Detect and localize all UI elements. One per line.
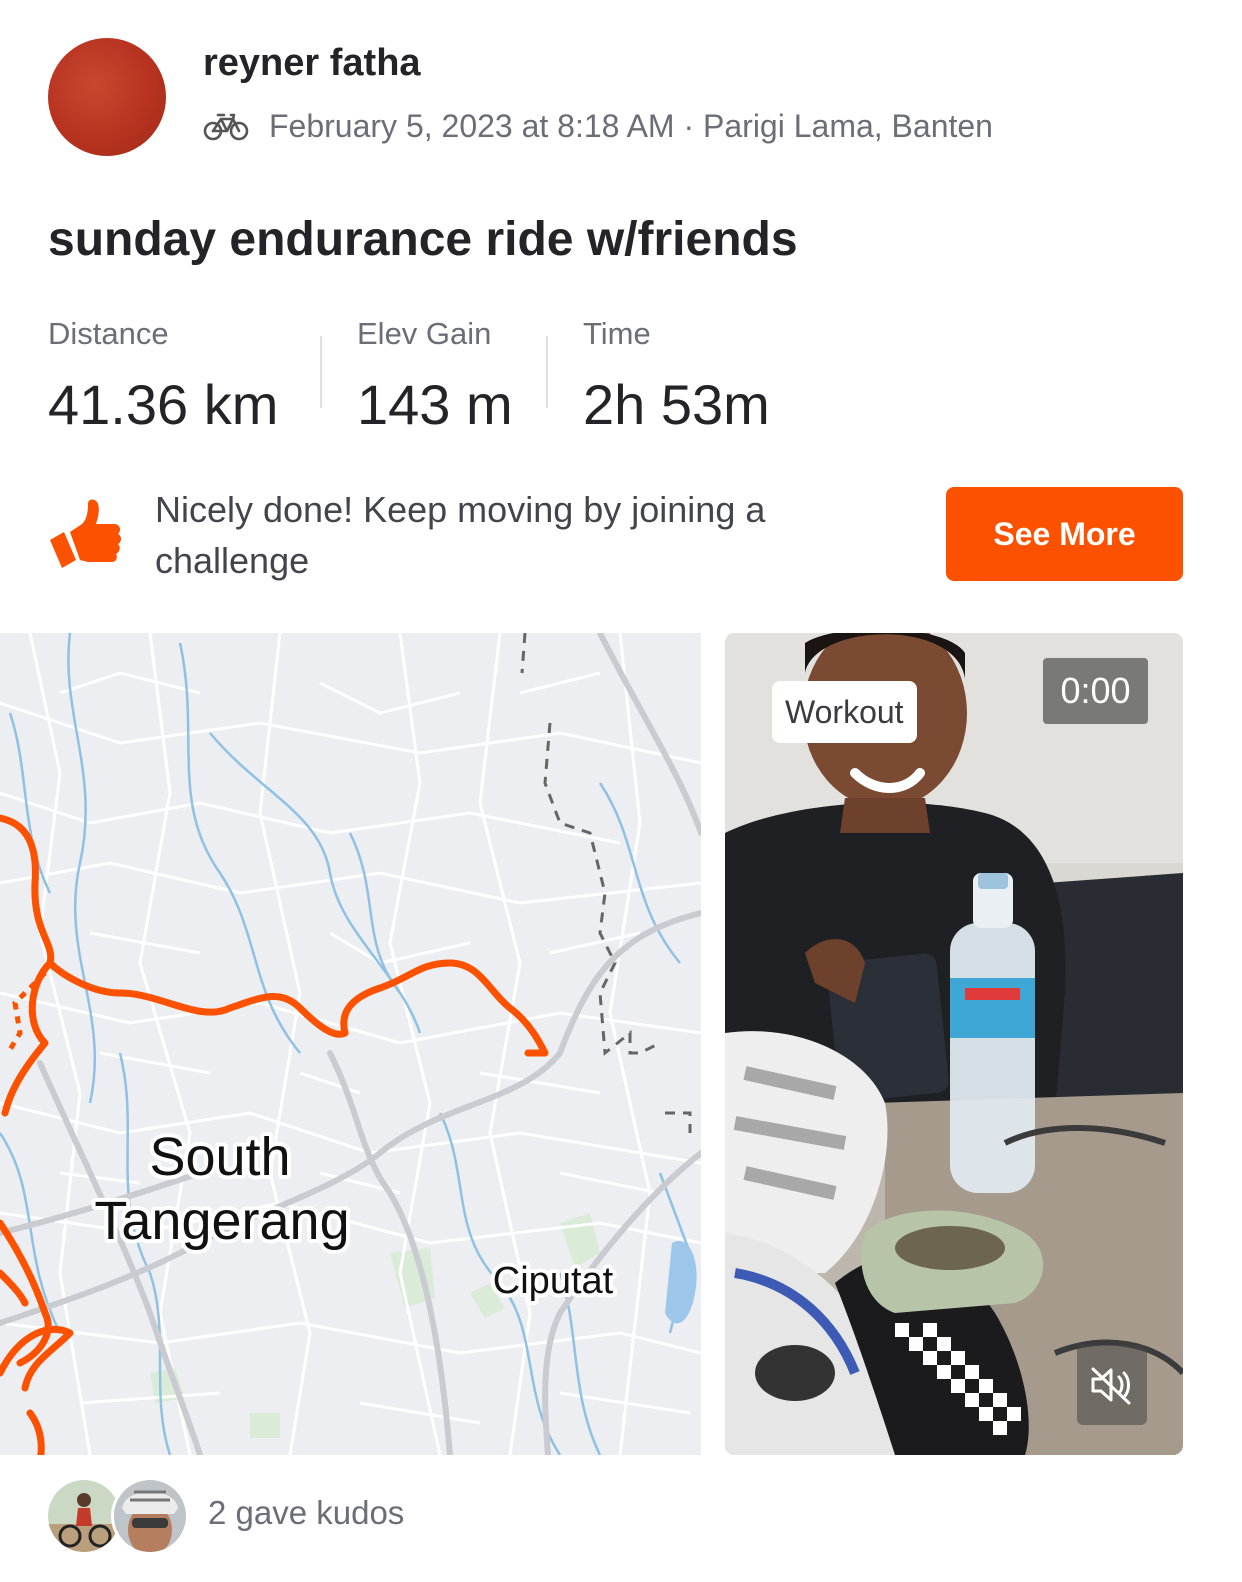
stat-label: Distance — [48, 316, 169, 351]
activity-video[interactable] — [725, 633, 1183, 1455]
map-canvas: South Tangerang Ciputat — [0, 633, 701, 1455]
kudos-count[interactable]: 2 gave kudos — [208, 1494, 404, 1532]
route-map[interactable]: South Tangerang Ciputat — [0, 633, 701, 1455]
map-label-south: South — [149, 1127, 290, 1187]
stat-label: Time — [583, 316, 651, 351]
stat-time: Time 2h 53m — [583, 316, 770, 437]
stat-divider — [546, 336, 548, 408]
thumbs-up-icon — [50, 499, 121, 568]
see-more-button[interactable]: See More — [946, 487, 1183, 581]
avatar[interactable] — [48, 38, 166, 156]
kudos-avatar-image — [48, 1480, 120, 1552]
stat-value: 41.36 km — [48, 373, 279, 436]
bicycle-icon — [203, 113, 249, 141]
video-timer: 0:00 — [1043, 658, 1148, 724]
stat-elev-gain: Elev Gain 143 m — [357, 316, 513, 437]
kudos-avatar-image — [114, 1480, 186, 1552]
promo-text: Nicely done! Keep moving by joining a ch… — [155, 489, 766, 581]
muted-speaker-icon — [1091, 1367, 1131, 1405]
kudos-avatar[interactable] — [111, 1477, 189, 1555]
user-name[interactable]: reyner fatha — [203, 42, 421, 85]
stat-label: Elev Gain — [357, 316, 492, 351]
activity-meta: February 5, 2023 at 8:18 AM · Parigi Lam… — [203, 104, 993, 148]
stat-value: 2h 53m — [583, 373, 770, 436]
stat-divider — [320, 336, 322, 408]
mute-button[interactable] — [1077, 1345, 1147, 1425]
stat-distance: Distance 41.36 km — [48, 316, 278, 437]
map-label-ciputat: Ciputat — [493, 1260, 614, 1302]
workout-badge: Workout — [772, 681, 917, 743]
activity-title[interactable]: sunday endurance ride w/friends — [48, 212, 798, 267]
stat-value: 143 m — [357, 373, 513, 436]
video-frame-image — [725, 633, 1183, 1455]
map-label-tangerang: Tangerang — [94, 1191, 349, 1251]
activity-date-location: February 5, 2023 at 8:18 AM · Parigi Lam… — [269, 107, 993, 144]
